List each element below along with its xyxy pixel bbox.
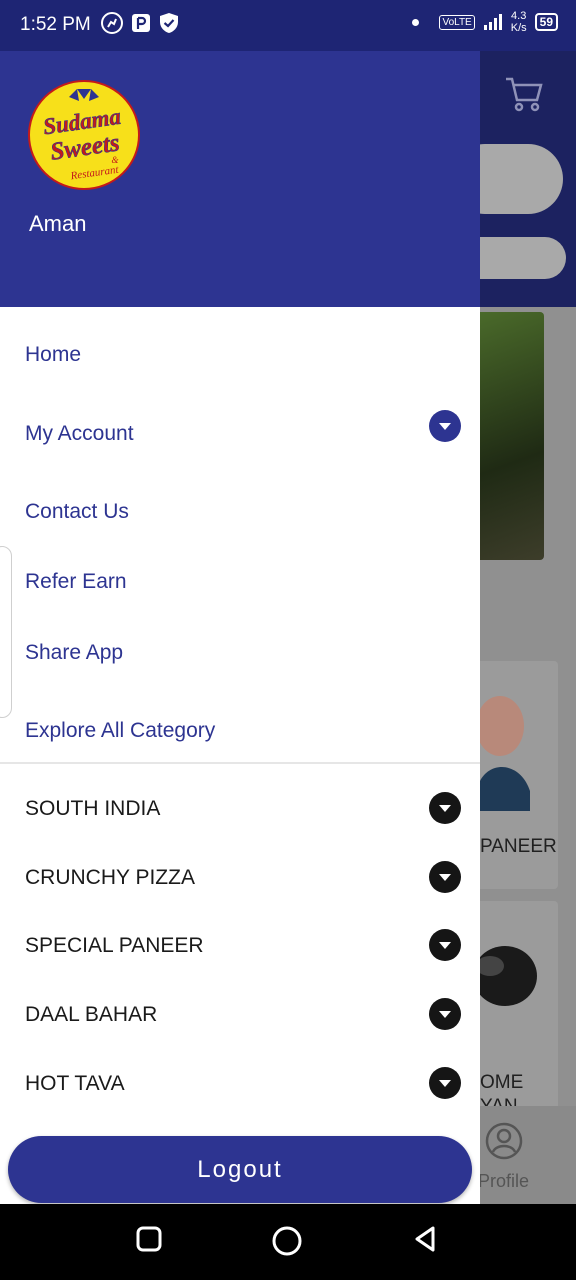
dot-icon <box>412 18 420 26</box>
category-item-daal-bahar[interactable]: DAAL BAHAR <box>25 1003 157 1027</box>
wifi-signal-icon <box>483 14 502 30</box>
user-name: Aman <box>29 211 87 236</box>
bg-search-bar <box>480 144 563 214</box>
logout-button[interactable]: Logout <box>8 1136 472 1203</box>
divider <box>0 762 480 764</box>
bg-bottom-nav: Profile <box>480 1106 576 1204</box>
category-item-special-paneer[interactable]: SPECIAL PANEER <box>25 934 204 958</box>
chevron-down-icon[interactable] <box>429 861 461 893</box>
net-speed-unit: K/s <box>510 22 527 34</box>
square-icon[interactable] <box>134 1224 164 1254</box>
battery-level: 59 <box>539 15 553 29</box>
bg-filter-pill <box>480 237 566 279</box>
chevron-down-icon[interactable] <box>429 792 461 824</box>
status-system-icons: VoLTE 4.3 K/s 59 <box>412 10 558 34</box>
nav-item-refer-earn[interactable]: Refer Earn <box>25 570 127 594</box>
cart-icon <box>506 77 543 112</box>
net-speed: 4.3 K/s <box>511 10 527 34</box>
category-item-crunchy-pizza[interactable]: CRUNCHY PIZZA <box>25 866 195 890</box>
bg-profile-label: Profile <box>480 1171 530 1191</box>
tava-image <box>480 946 537 1006</box>
nav-item-explore-all-category[interactable]: Explore All Category <box>25 719 215 743</box>
chevron-down-icon[interactable] <box>429 1067 461 1099</box>
battery-icon: 59 <box>534 13 558 31</box>
status-notification-icons <box>100 11 180 35</box>
logout-label: Logout <box>197 1155 283 1183</box>
bg-product-card: PANEER <box>480 661 558 889</box>
status-time: 1:52 PM <box>20 14 91 35</box>
nav-item-share-app[interactable]: Share App <box>25 641 123 665</box>
drawer-header: Sudama Sweets & Restaurant Aman <box>0 51 480 307</box>
bg-header <box>480 51 576 307</box>
bg-product-card: OME YAN <box>480 901 558 1131</box>
parking-icon <box>132 14 150 32</box>
bg-card-label: PANEER <box>480 836 557 857</box>
shield-icon <box>160 13 178 33</box>
sudama-sweets-logo: Sudama Sweets & Restaurant <box>28 80 140 190</box>
bg-banner-image <box>480 312 544 560</box>
chevron-down-icon[interactable] <box>429 929 461 961</box>
nav-item-home[interactable]: Home <box>25 343 81 367</box>
profile-icon <box>485 1122 523 1160</box>
category-item-hot-tava[interactable]: HOT TAVA <box>25 1072 125 1096</box>
category-item-south-india[interactable]: SOUTH INDIA <box>25 797 160 821</box>
navigation-drawer: Sudama Sweets & Restaurant Aman Home My … <box>0 51 480 1204</box>
chevron-down-icon[interactable] <box>429 998 461 1030</box>
activity-icon <box>101 12 123 34</box>
chef-image <box>480 696 530 811</box>
volte-badge: VoLTE <box>439 14 475 30</box>
system-nav-bar <box>0 1204 576 1280</box>
net-speed-value: 4.3 <box>511 10 527 22</box>
back-triangle-icon[interactable] <box>411 1224 441 1254</box>
background-app: PANEER OME YAN Profile <box>480 51 576 1204</box>
nav-item-contact-us[interactable]: Contact Us <box>25 500 129 524</box>
circle-icon[interactable] <box>271 1225 303 1257</box>
chevron-down-icon[interactable] <box>429 410 461 442</box>
nav-item-my-account[interactable]: My Account <box>25 422 134 446</box>
bg-card-label: OME <box>480 1072 524 1093</box>
status-bar: 1:52 PM VoLTE 4.3 K/s 59 <box>0 0 576 51</box>
side-edge-tab[interactable] <box>0 546 12 718</box>
